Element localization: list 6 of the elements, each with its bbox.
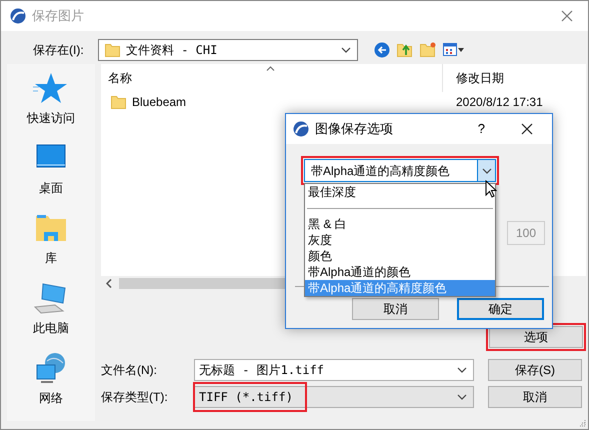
field-label: 保存在(I): bbox=[32, 42, 85, 59]
field-label: 保存类型(T): bbox=[101, 389, 169, 406]
dialog-title: 图像保存选项 bbox=[315, 120, 393, 138]
table-cell-text: 2020/8/12 17:31 bbox=[455, 94, 543, 111]
field-label: 文件名(N): bbox=[101, 362, 158, 379]
window-title: 保存图片 bbox=[32, 7, 84, 26]
